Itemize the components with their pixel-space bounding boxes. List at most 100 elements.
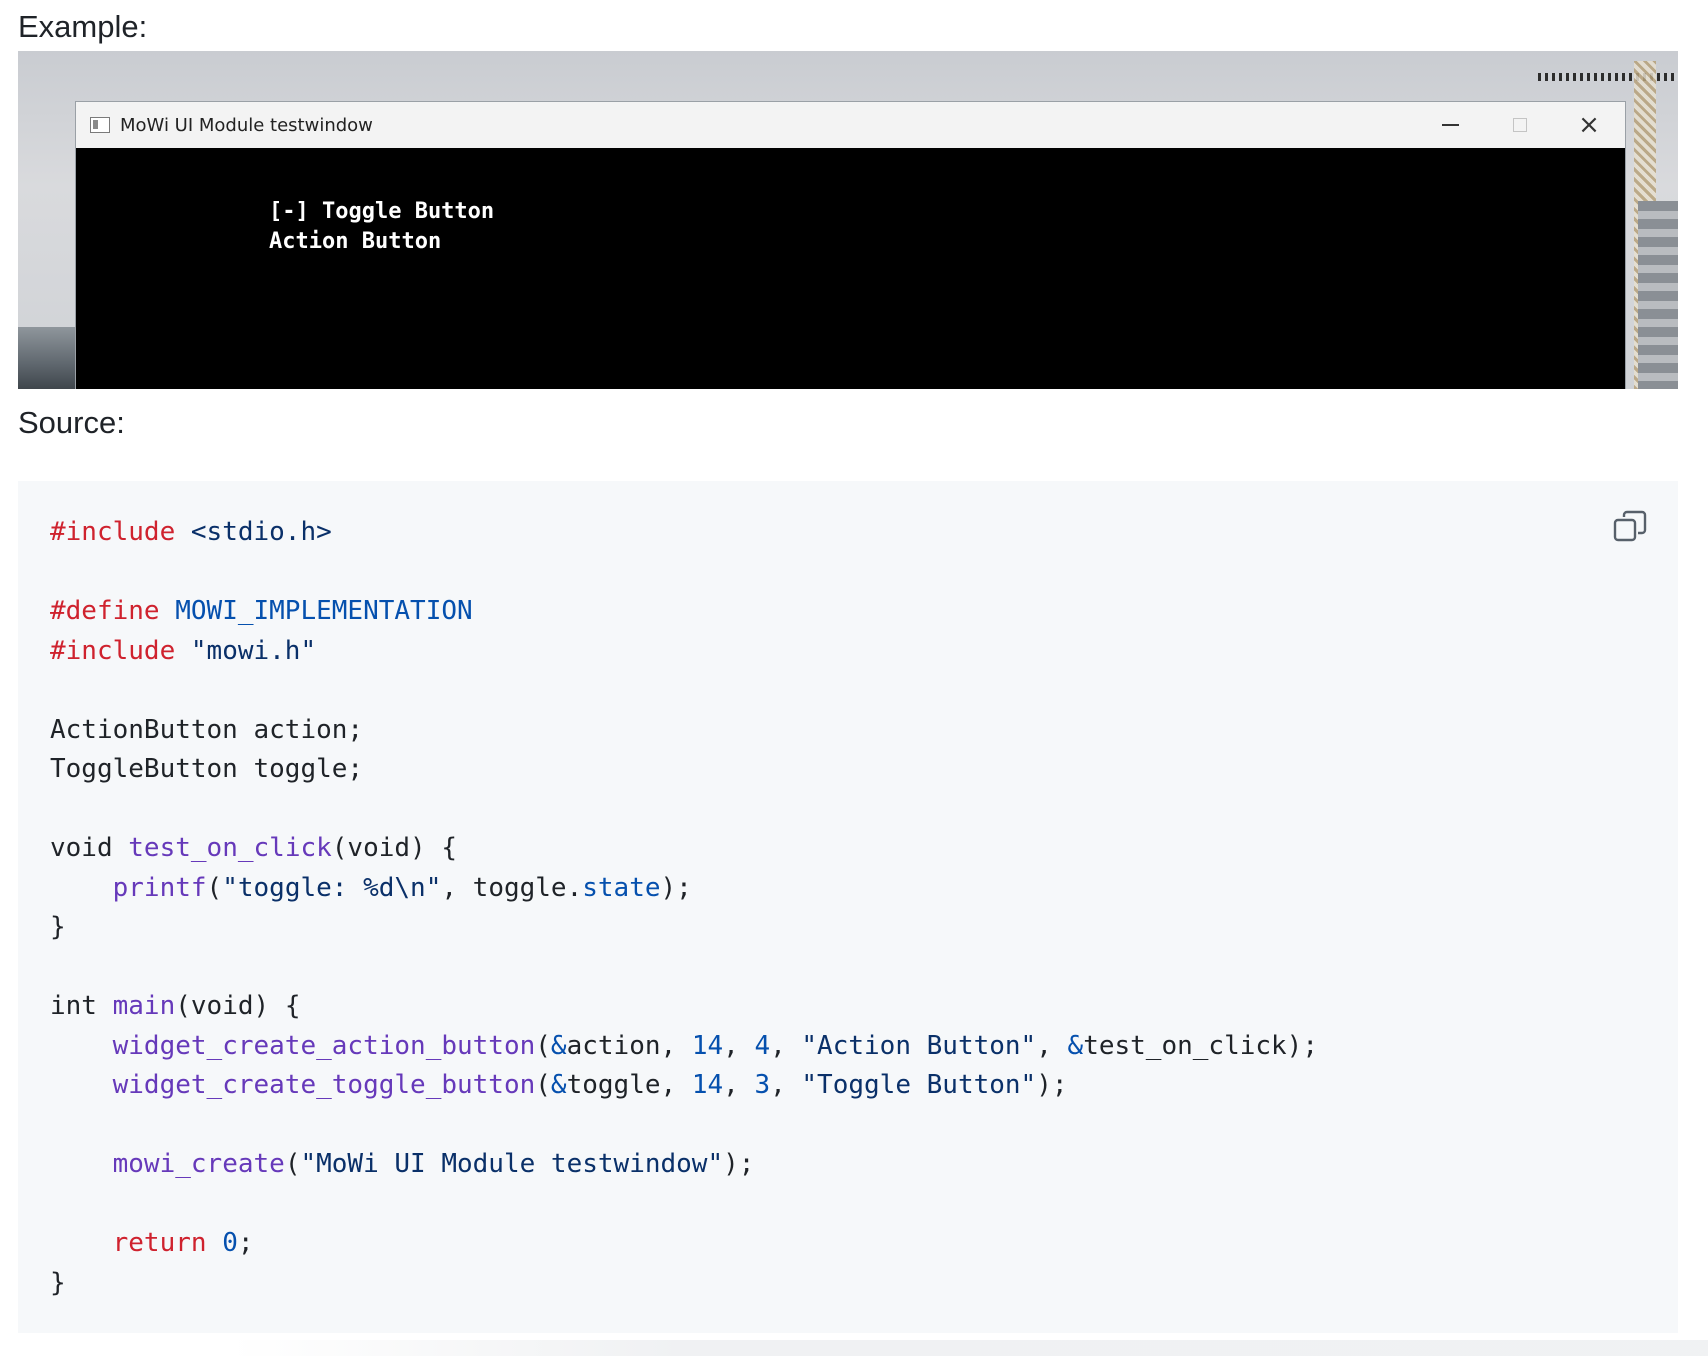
example-screenshot: MoWi UI Module testwindow × [-] Toggle B… bbox=[18, 51, 1678, 389]
code-line: void test_on_click(void) { bbox=[50, 829, 1318, 869]
code-line: printf("toggle: %d\n", toggle.state); bbox=[50, 869, 1318, 909]
code-token: 14 bbox=[691, 1030, 724, 1061]
source-heading: Source: bbox=[18, 405, 125, 440]
code-line: } bbox=[50, 908, 1318, 948]
code-token: , bbox=[1036, 1030, 1068, 1061]
code-line: #include <stdio.h> bbox=[50, 513, 1318, 553]
code-block: #include <stdio.h> #define MOWI_IMPLEMENT… bbox=[18, 481, 1678, 1333]
code-line: #define MOWI_IMPLEMENTATION bbox=[50, 592, 1318, 632]
shadow-decoration bbox=[230, 1340, 1708, 1356]
code-token: state bbox=[582, 872, 661, 903]
close-icon: × bbox=[1578, 110, 1600, 140]
code-token: ( bbox=[535, 1030, 551, 1061]
minimize-button[interactable] bbox=[1420, 102, 1480, 148]
code-token: printf bbox=[112, 872, 207, 903]
console-app-icon bbox=[90, 117, 110, 133]
code-token: ( bbox=[535, 1070, 551, 1100]
code-token: #define bbox=[50, 596, 160, 626]
close-button[interactable]: × bbox=[1559, 102, 1619, 148]
code-token: } bbox=[50, 912, 66, 942]
code-token: , bbox=[723, 1030, 755, 1061]
code-token: ; bbox=[237, 1228, 254, 1258]
code-token: main bbox=[112, 991, 176, 1021]
code-token: "MoWi UI Module testwindow" bbox=[300, 1149, 724, 1179]
code-token: , bbox=[723, 1070, 755, 1100]
building-decoration bbox=[1638, 201, 1678, 389]
window-titlebar[interactable]: MoWi UI Module testwindow × bbox=[76, 102, 1625, 148]
code-line: widget_create_action_button(&action, 14,… bbox=[50, 1027, 1318, 1067]
code-token: ); bbox=[723, 1149, 755, 1179]
code-token: , bbox=[770, 1070, 802, 1100]
code-token: 3 bbox=[754, 1070, 771, 1100]
code-token: mowi_create bbox=[112, 1149, 285, 1179]
code-token: , bbox=[770, 1030, 802, 1061]
action-button-widget[interactable]: Action Button bbox=[269, 227, 494, 257]
code-token: action, bbox=[566, 1030, 692, 1061]
code-token: ); bbox=[660, 872, 692, 903]
copy-button[interactable] bbox=[1612, 509, 1648, 545]
minimize-icon bbox=[1441, 124, 1459, 126]
code-token: ToggleButton toggle; bbox=[50, 754, 364, 784]
window-title: MoWi UI Module testwindow bbox=[120, 114, 373, 136]
code-token: test_on_click bbox=[128, 833, 332, 863]
toggle-button-widget[interactable]: [-] Toggle Button bbox=[269, 197, 494, 227]
maximize-icon bbox=[1513, 118, 1527, 132]
code-token: & bbox=[1067, 1030, 1084, 1061]
code-line: ToggleButton toggle; bbox=[50, 750, 1318, 790]
code-line: mowi_create("MoWi UI Module testwindow")… bbox=[50, 1145, 1318, 1185]
app-window: MoWi UI Module testwindow × [-] Toggle B… bbox=[75, 101, 1626, 389]
crane-decoration bbox=[1538, 73, 1678, 81]
code-token: widget_create_action_button bbox=[112, 1030, 536, 1061]
code-token: toggle, bbox=[566, 1070, 692, 1100]
code-token: test_on_click); bbox=[1083, 1030, 1318, 1061]
code-token: ( bbox=[206, 872, 223, 903]
code-token: int bbox=[50, 991, 113, 1021]
code-line: ActionButton action; bbox=[50, 711, 1318, 751]
background-decoration bbox=[18, 327, 76, 389]
code-line: return 0; bbox=[50, 1224, 1318, 1264]
code-token: (void) { bbox=[331, 833, 458, 863]
code-token: return bbox=[112, 1228, 207, 1258]
code-token: 4 bbox=[754, 1030, 771, 1061]
code-token: widget_create_toggle_button bbox=[112, 1070, 536, 1100]
console-output: [-] Toggle Button Action Button bbox=[269, 197, 494, 257]
code-token: "Action Button" bbox=[801, 1030, 1037, 1061]
code-token: MOWI_IMPLEMENTATION bbox=[175, 596, 473, 626]
code-token: (void) { bbox=[175, 991, 301, 1021]
code-token: #include bbox=[50, 635, 176, 666]
code-line: widget_create_toggle_button(&toggle, 14,… bbox=[50, 1066, 1318, 1106]
code-token: "Toggle Button" bbox=[801, 1070, 1037, 1100]
code-token: void bbox=[50, 833, 129, 863]
code-token: & bbox=[550, 1030, 567, 1061]
code-token: 0 bbox=[222, 1228, 238, 1258]
code-token: <stdio.h> bbox=[190, 517, 332, 547]
source-code: #include <stdio.h> #define MOWI_IMPLEMENT… bbox=[50, 513, 1318, 1303]
copy-icon bbox=[1613, 510, 1647, 542]
maximize-button[interactable] bbox=[1490, 102, 1550, 148]
code-line: } bbox=[50, 1264, 1318, 1304]
code-token: & bbox=[550, 1070, 567, 1100]
code-token: ); bbox=[1036, 1070, 1068, 1100]
code-token: 14 bbox=[691, 1070, 724, 1100]
code-token: ( bbox=[284, 1149, 301, 1179]
code-token: } bbox=[50, 1267, 66, 1298]
code-token: , toggle. bbox=[441, 872, 583, 903]
code-token: ActionButton action; bbox=[50, 714, 364, 745]
code-token: "toggle: %d\n" bbox=[222, 872, 442, 903]
code-line: #include "mowi.h" bbox=[50, 632, 1318, 672]
